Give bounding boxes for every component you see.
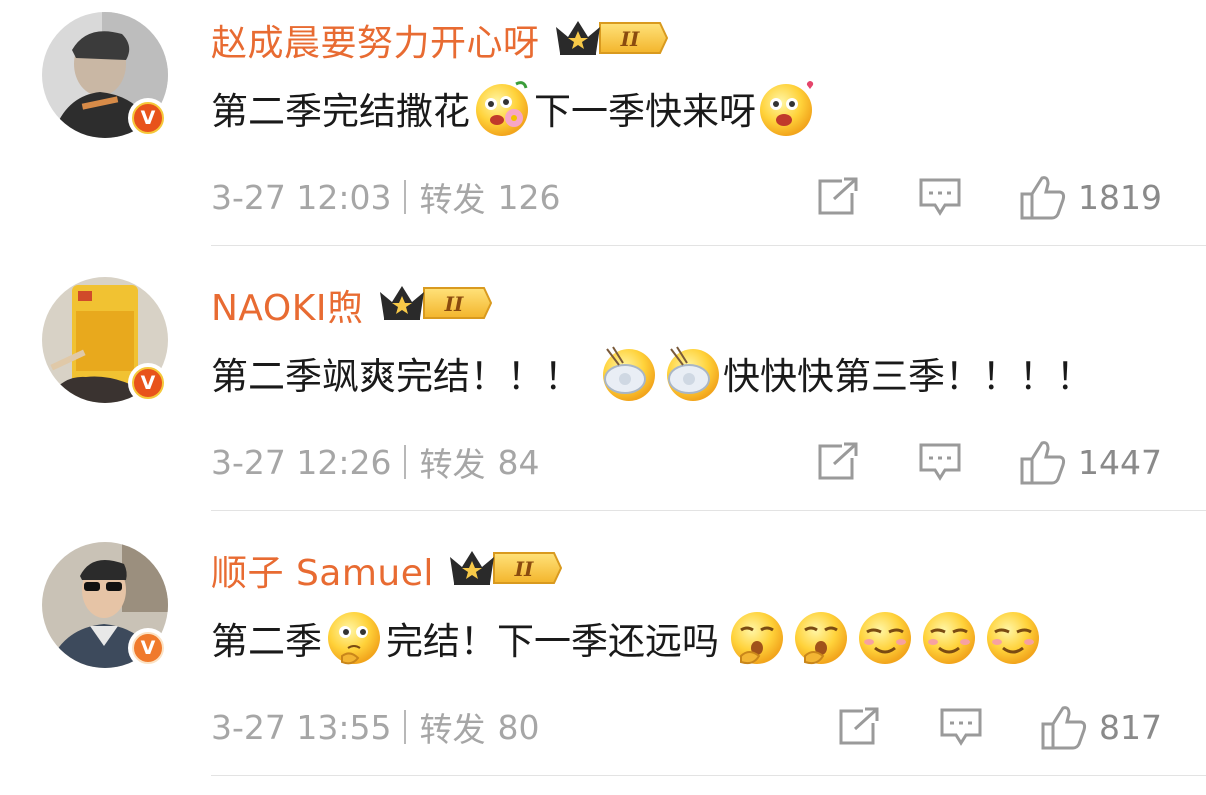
like-count: 1819 (1078, 177, 1162, 217)
comment-item: V NAOKI煦 II 第二季飒爽完结！！！ 快快快第三季！！！！ 3-27 1… (0, 265, 1206, 530)
repost-count[interactable]: 80 (498, 708, 540, 747)
vip-crown-badge[interactable]: II (554, 17, 668, 63)
yawn-emoji-icon (795, 612, 847, 665)
comment-time: 3-27 13:55 (211, 707, 392, 747)
comment-text: 快快快第三季！！！！ (723, 355, 1093, 398)
comment-time: 3-27 12:26 (211, 442, 392, 482)
vip-crown-badge[interactable]: II (448, 547, 563, 593)
comment-divider (211, 510, 1206, 511)
like-count: 817 (1099, 707, 1162, 747)
repost-label[interactable]: 转发 (420, 438, 486, 486)
comment-text: 下一季快来呀 (534, 90, 756, 133)
repost-count[interactable]: 84 (498, 443, 540, 482)
comment-item: V 赵成晨要努力开心呀 II 第二季完结撒花 下一季快来呀 3-27 12:03… (0, 0, 1206, 265)
repost-label[interactable]: 转发 (420, 173, 486, 221)
username[interactable]: 赵成晨要努力开心呀 (211, 14, 540, 66)
share-icon[interactable] (816, 442, 860, 482)
yawn-emoji-icon (731, 612, 783, 665)
like-thumb-icon[interactable] (1041, 704, 1087, 750)
flower-face-emoji-icon (476, 81, 528, 136)
comment-text: 第二季 (211, 620, 322, 663)
verified-v-icon: V (132, 102, 164, 134)
share-icon[interactable] (837, 707, 881, 747)
divider (403, 445, 406, 479)
comment-text: 第二季完结撒花 (211, 90, 470, 133)
verified-v-icon: V (132, 367, 164, 399)
comment-icon[interactable] (918, 442, 962, 482)
verified-badge: V (128, 628, 168, 668)
like-thumb-icon[interactable] (1020, 174, 1066, 220)
comment-time: 3-27 12:03 (211, 177, 392, 217)
thinking-emoji-icon (328, 612, 380, 665)
verified-badge: V (128, 363, 168, 403)
comment-text: 第二季飒爽完结！！！ (211, 355, 581, 398)
comment-icon[interactable] (939, 707, 983, 747)
share-icon[interactable] (816, 177, 860, 217)
smirk-emoji-icon (859, 612, 911, 664)
like-thumb-icon[interactable] (1020, 439, 1066, 485)
divider (403, 710, 406, 744)
divider (403, 180, 406, 214)
username[interactable]: 顺子 Samuel (211, 544, 434, 596)
bowl-face-emoji-icon (603, 346, 655, 401)
excited-heart-emoji-icon (760, 81, 814, 136)
comment-item: V 顺子 Samuel II 第二季 完结！下一季还远吗 3-27 13:55 … (0, 530, 1206, 795)
bowl-face-emoji-icon (667, 346, 719, 401)
username[interactable]: NAOKI煦 (211, 279, 364, 331)
repost-label[interactable]: 转发 (420, 703, 486, 751)
smirk-emoji-icon (987, 612, 1039, 664)
svg-text:II: II (443, 292, 463, 316)
comment-text: 完结！下一季还远吗 (386, 620, 719, 663)
svg-text:II: II (514, 557, 534, 581)
verified-v-icon: V (132, 632, 164, 664)
like-count: 1447 (1078, 442, 1162, 482)
smirk-emoji-icon (923, 612, 975, 664)
svg-text:II: II (619, 27, 639, 51)
verified-badge: V (128, 98, 168, 138)
repost-count[interactable]: 126 (498, 178, 561, 217)
vip-crown-badge[interactable]: II (378, 282, 492, 328)
comment-divider (211, 775, 1206, 776)
comment-icon[interactable] (918, 177, 962, 217)
comment-divider (211, 245, 1206, 246)
